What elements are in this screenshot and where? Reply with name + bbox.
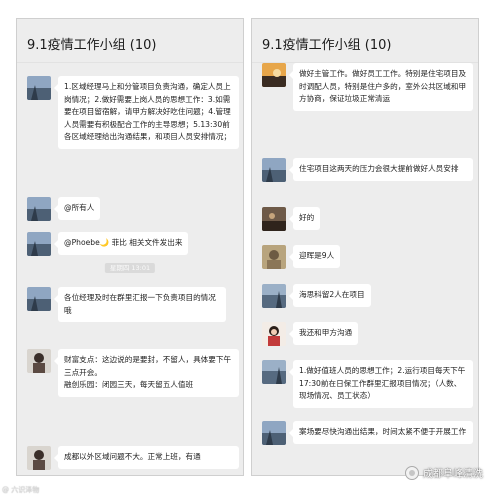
avatar[interactable] <box>262 322 286 346</box>
chat-message: 案场要尽快沟通出结果，时间太紧不便于开展工作 <box>262 421 474 445</box>
message-bubble: 案场要尽快沟通出结果，时间太紧不便于开展工作 <box>289 421 473 444</box>
avatar[interactable] <box>262 284 286 308</box>
message-bubble: 我还和甲方沟通 <box>288 322 359 345</box>
message-bubble: 海思科留2人在项目 <box>289 284 371 307</box>
message-bubble: 好的 <box>288 207 321 230</box>
chat-message: 1.区域经理马上和分管项目负责沟通，确定人员上岗情况；2.做好需要上岗人员的思想… <box>27 76 239 149</box>
timestamp-divider: 星期四 13:01 <box>104 263 156 273</box>
message-bubble: 1.区域经理马上和分管项目负责沟通，确定人员上岗情况；2.做好需要上岗人员的思想… <box>54 76 239 149</box>
brand-watermark: 成都阜峰清洗 <box>405 465 483 480</box>
chat-message: 住宅项目这两天的压力会很大提前做好人员安排 <box>262 158 474 182</box>
message-bubble: 迎晖是9人 <box>288 245 341 268</box>
avatar[interactable] <box>262 245 286 269</box>
wechat-logo-icon <box>405 465 419 480</box>
avatar[interactable] <box>27 287 51 311</box>
chat-message: 我还和甲方沟通 <box>262 322 474 346</box>
chat-message: 各位经理及时在群里汇报一下负责项目的情况哦 <box>27 287 239 323</box>
avatar[interactable] <box>262 360 286 384</box>
chat-title: 9.1疫情工作小组 (10) <box>17 19 243 63</box>
chat-message: @Phoebe🌙 菲比 相关文件发出来 <box>27 232 239 256</box>
avatar[interactable] <box>262 207 286 231</box>
avatar[interactable] <box>262 421 286 445</box>
chat-message: 财富支点：这边说的是要封，不留人，具体要下午三点开会。 融创乐园：闭园三天，每天… <box>27 349 239 397</box>
chat-message: 好的 <box>262 207 474 231</box>
message-bubble: 1.做好值班人员的思想工作；2.运行项目每天下午17:30前在日保工作群里汇报项… <box>289 360 473 408</box>
chat-message: 1.做好值班人员的思想工作；2.运行项目每天下午17:30前在日保工作群里汇报项… <box>262 360 474 408</box>
chat-message: @所有人 <box>27 197 239 221</box>
message-bubble: 住宅项目这两天的压力会很大提前做好人员安排 <box>289 158 473 181</box>
avatar[interactable] <box>27 446 51 470</box>
chat-title: 9.1疫情工作小组 (10) <box>252 19 478 63</box>
avatar[interactable] <box>27 349 51 373</box>
chat-message: 做好主管工作。做好员工工作。特别是住宅项目及时调配人员，特别是住户多的，室外公共… <box>262 63 474 111</box>
chat-message: 迎晖是9人 <box>262 245 474 269</box>
chat-message: 海思科留2人在项目 <box>262 284 474 308</box>
chat-message: 成都以外区域问题不大。正常上班，有通 <box>27 446 239 470</box>
message-bubble: 做好主管工作。做好员工工作。特别是住宅项目及时调配人员，特别是住户多的，室外公共… <box>289 63 473 111</box>
avatar[interactable] <box>262 158 286 182</box>
avatar[interactable] <box>27 76 51 100</box>
message-bubble: 财富支点：这边说的是要封，不留人，具体要下午三点开会。 融创乐园：闭园三天，每天… <box>54 349 239 397</box>
avatar[interactable] <box>27 232 51 256</box>
message-bubble: 各位经理及时在群里汇报一下负责项目的情况哦 <box>54 287 226 323</box>
right-chat-window: 9.1疫情工作小组 (10) 做好主管工作。做好员工工作。特别是住宅项目及时调配… <box>251 18 479 476</box>
source-watermark: @ 六识泽物 <box>2 486 40 494</box>
avatar[interactable] <box>27 197 51 221</box>
message-bubble: @所有人 <box>53 197 101 220</box>
left-chat-window: 9.1疫情工作小组 (10) 1.区域经理马上和分管项目负责沟通，确定人员上岗情… <box>16 18 244 476</box>
brand-watermark-text: 成都阜峰清洗 <box>423 469 483 480</box>
message-bubble: @Phoebe🌙 菲比 相关文件发出来 <box>53 232 189 255</box>
message-bubble: 成都以外区域问题不大。正常上班，有通 <box>54 446 239 469</box>
avatar[interactable] <box>262 63 286 87</box>
